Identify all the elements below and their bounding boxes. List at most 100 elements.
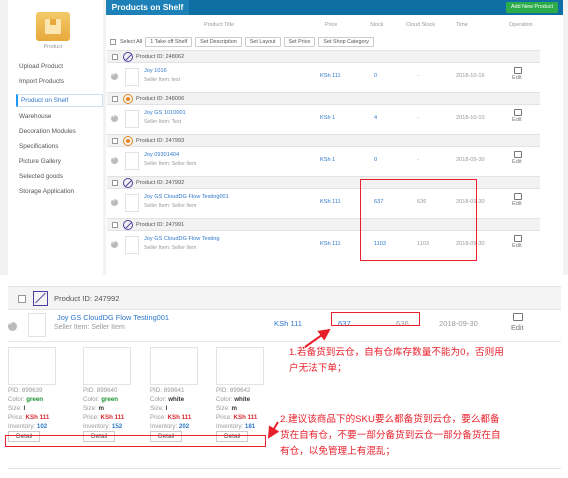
set-description-button[interactable]: Set Description	[195, 37, 242, 47]
stock-cell: 0	[374, 73, 378, 79]
tab-products-on-shelf[interactable]: Products on Shelf	[106, 0, 189, 15]
annotation-arrows	[267, 328, 331, 439]
table-row: Joy 1016 Seller Item: test KSh 111 0 - 2018-1…	[107, 63, 540, 90]
row-checkbox[interactable]	[112, 222, 118, 228]
product-id: Product ID: 248006	[136, 96, 185, 102]
edit-icon[interactable]	[514, 235, 522, 242]
edit-label[interactable]: Edit	[512, 243, 522, 249]
cloud-stock-cell: -	[417, 73, 419, 79]
sidebar-item-storage-application[interactable]: Storage Application	[19, 188, 74, 195]
ksa-badge-icon	[123, 94, 133, 104]
time-cell: 2018-10-16	[456, 73, 485, 79]
tab-bar: Products on Shelf Add New Product	[106, 0, 563, 15]
take-off-shelf-button[interactable]: 1 Take off Shelf	[145, 37, 193, 47]
seller-item: Seller Item: Test	[144, 119, 182, 125]
product-id-row: Product ID: 248006	[107, 92, 540, 105]
sidebar-item-picture-gallery[interactable]: Picture Gallery	[19, 158, 61, 165]
arrow-to-inventory	[267, 421, 280, 439]
set-price-button[interactable]: Set Price	[283, 37, 316, 47]
seller-item: Seller Item: Seller Item	[144, 161, 197, 167]
cloud-stock-cell: -	[417, 115, 419, 121]
sidebar-item-specifications[interactable]: Specifications	[19, 143, 58, 150]
product-title[interactable]: Joy 1016	[144, 68, 167, 74]
price-cell: KSh 1	[320, 115, 336, 121]
sidebar: Product Upload Product Import Products P…	[8, 0, 103, 275]
product-thumbnail	[125, 110, 139, 128]
ksa-badge-icon	[123, 136, 133, 146]
take-off-label: Take off Shelf	[154, 39, 188, 45]
expand-icon[interactable]	[111, 114, 118, 122]
edit-label[interactable]: Edit	[512, 159, 522, 165]
sidebar-item-product-on-shelf[interactable]: Product on Shelf	[16, 94, 103, 107]
row-checkbox[interactable]	[112, 54, 118, 60]
price-cell: KSh 111	[320, 73, 341, 79]
set-shop-category-button[interactable]: Set Shop Category	[318, 37, 374, 47]
col-price: Price	[325, 22, 338, 28]
col-cloud-stock: Cloud Stock	[406, 22, 436, 28]
product-id: Product ID: 247992	[136, 180, 185, 186]
product-box-icon	[36, 12, 70, 41]
product-title[interactable]: Joy GS CloudDG Flow Testing	[144, 236, 219, 242]
product-thumbnail	[125, 152, 139, 170]
time-cell: 2018-09-30	[456, 157, 485, 163]
sidebar-item-upload-product[interactable]: Upload Product	[19, 63, 63, 70]
sidebar-item-warehouse[interactable]: Warehouse	[19, 113, 51, 120]
price-cell: KSh 1	[320, 157, 336, 163]
stock-cell: 0	[374, 157, 378, 163]
product-id: Product ID: 247991	[136, 222, 185, 228]
table-row: Joy GS 1010001 Seller Item: Test KSh 1 4 - 20…	[107, 105, 540, 132]
price-cell: KSh 111	[320, 241, 341, 247]
highlight-stock-box	[360, 179, 477, 261]
row-checkbox[interactable]	[112, 96, 118, 102]
product-thumbnail	[125, 194, 139, 212]
table-row: Joy 09301404 Seller Item: Seller Item KSh …	[107, 147, 540, 174]
product-id: Product ID: 248062	[136, 54, 185, 60]
product-thumbnail	[125, 68, 139, 86]
seller-item: Seller Item: Seller Item	[144, 245, 197, 251]
col-stock: Stock	[370, 22, 384, 28]
edit-icon[interactable]	[514, 193, 522, 200]
expand-icon[interactable]	[111, 156, 118, 164]
sidebar-item-import-products[interactable]: Import Products	[19, 78, 64, 85]
prohibited-icon	[123, 52, 133, 62]
edit-icon[interactable]	[514, 151, 522, 158]
col-time: Time	[456, 22, 468, 28]
edit-icon[interactable]	[514, 109, 522, 116]
add-new-product-button[interactable]: Add New Product	[506, 2, 558, 13]
prohibited-icon	[123, 220, 133, 230]
sidebar-item-decoration-modules[interactable]: Decoration Modules	[19, 128, 76, 135]
product-id-row: Product ID: 248062	[107, 50, 540, 63]
product-id: Product ID: 247993	[136, 138, 185, 144]
expand-icon[interactable]	[111, 72, 118, 80]
zoomed-detail: Product ID: 247992 Joy GS CloudDG Flow T…	[0, 275, 568, 478]
col-operation: Operation	[509, 22, 533, 28]
bulk-toolbar: Select All 1 Take off Shelf Set Descript…	[110, 36, 374, 48]
main-panel: Products on Shelf Add New Product Produc…	[106, 0, 563, 275]
stock-cell: 4	[374, 115, 378, 121]
product-id-row: Product ID: 247993	[107, 134, 540, 147]
row-checkbox[interactable]	[112, 138, 118, 144]
set-layout-button[interactable]: Set Layout	[244, 37, 281, 47]
expand-icon[interactable]	[111, 198, 118, 206]
cloud-stock-cell: -	[417, 157, 419, 163]
edit-label[interactable]: Edit	[512, 75, 522, 81]
product-title[interactable]: Joy 09301404	[144, 152, 179, 158]
edit-label[interactable]: Edit	[512, 201, 522, 207]
take-off-prefix: 1	[150, 39, 154, 45]
select-all-label: Select All	[120, 39, 143, 45]
select-all-checkbox[interactable]	[110, 39, 116, 45]
arrow-to-stock	[304, 328, 331, 348]
product-label: Product	[43, 44, 63, 50]
product-thumbnail	[125, 236, 139, 254]
prohibited-icon	[123, 178, 133, 188]
edit-label[interactable]: Edit	[512, 117, 522, 123]
top-screenshot: Product Upload Product Import Products P…	[0, 0, 568, 275]
edit-icon[interactable]	[514, 67, 522, 74]
sidebar-item-selected-goods[interactable]: Selected goods	[19, 173, 63, 180]
product-title[interactable]: Joy GS 1010001	[144, 110, 186, 116]
product-title[interactable]: Joy GS CloudDG Flow Testing001	[144, 194, 229, 200]
seller-item: Seller Item: Seller Item	[144, 203, 197, 209]
expand-icon[interactable]	[111, 240, 118, 248]
seller-item: Seller Item: test	[144, 77, 181, 83]
row-checkbox[interactable]	[112, 180, 118, 186]
